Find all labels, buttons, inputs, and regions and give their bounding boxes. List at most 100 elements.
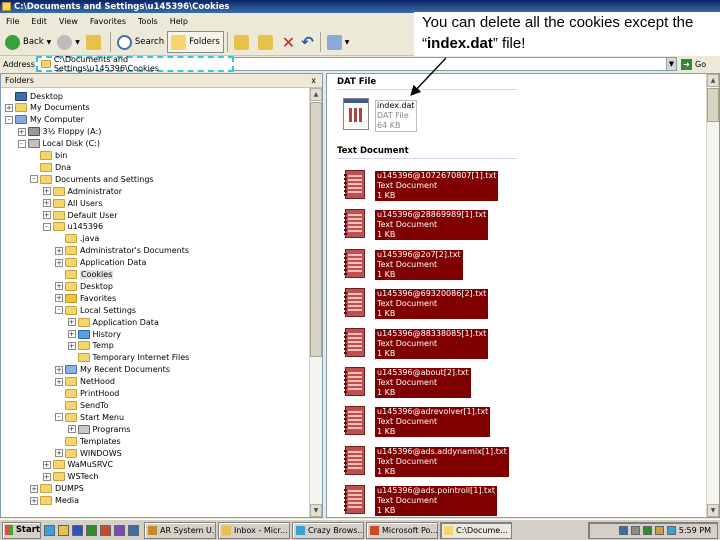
dat-file-icon[interactable]	[343, 98, 369, 130]
tree-node[interactable]: Dna	[30, 161, 71, 173]
text-document-icon[interactable]	[344, 170, 365, 199]
collapse-icon[interactable]: -	[55, 306, 63, 315]
expand-icon[interactable]: +	[55, 294, 63, 303]
start-button[interactable]: Start	[2, 521, 41, 539]
tree-node[interactable]: Templates	[55, 435, 121, 447]
quick-launch-icon[interactable]	[128, 524, 139, 536]
tree-node[interactable]: + DUMPS	[30, 483, 84, 495]
tree-node[interactable]: Desktop	[5, 90, 63, 102]
menu-view[interactable]: View	[53, 17, 84, 26]
tree-node[interactable]: + All Users	[42, 197, 102, 209]
address-input[interactable]: C:\Documents and Settings\u145396\Cookie…	[36, 55, 234, 73]
text-document-icon[interactable]	[344, 367, 365, 396]
tree-node[interactable]: bin	[30, 150, 67, 162]
text-document-icon[interactable]	[344, 327, 365, 357]
expand-icon[interactable]: +	[67, 318, 76, 327]
text-file-item[interactable]: u145396@88338085[1].txt Text Document 1 KB	[375, 328, 489, 359]
collapse-icon[interactable]: -	[5, 115, 13, 124]
word-icon[interactable]	[72, 524, 83, 536]
expand-icon[interactable]: +	[42, 199, 51, 208]
text-file-item[interactable]: u145396@2o7[2].txt Text Document 1 KB	[375, 249, 463, 280]
tree-node[interactable]: - Documents and Settings	[30, 173, 154, 185]
tray-icon[interactable]	[630, 526, 640, 535]
text-document-icon[interactable]	[344, 406, 365, 436]
address-input-extension[interactable]	[234, 57, 676, 71]
chevron-down-icon[interactable]: ▼	[345, 39, 350, 46]
tree-node[interactable]: + WSTech	[42, 471, 98, 483]
expand-icon[interactable]: +	[67, 425, 76, 434]
expand-icon[interactable]: +	[55, 282, 63, 291]
scroll-thumb[interactable]	[707, 88, 719, 122]
menu-help[interactable]: Help	[164, 17, 194, 26]
chevron-down-icon[interactable]: ▼	[47, 39, 52, 46]
expand-icon[interactable]: +	[17, 127, 26, 136]
text-document-icon[interactable]	[344, 248, 365, 278]
text-document-icon[interactable]	[344, 445, 365, 475]
text-file-item[interactable]: u145396@ads.addynamix[1].txt Text Documen…	[375, 446, 509, 477]
text-file-item[interactable]: u145396@1072670807[1].txt Text Document 1 …	[375, 171, 499, 201]
expand-icon[interactable]: +	[42, 472, 51, 481]
tree-node[interactable]: + Administrator	[42, 185, 122, 197]
quick-launch-icon[interactable]	[58, 524, 69, 536]
text-file-item[interactable]: u145396@adrevolver[1].txt Text Document 1 …	[375, 407, 491, 438]
move-to-button[interactable]	[231, 31, 255, 53]
expand-icon[interactable]: +	[5, 103, 13, 112]
scroll-down-button[interactable]: ▼	[707, 504, 719, 517]
collapse-icon[interactable]: -	[30, 175, 38, 184]
undo-button[interactable]: ↶	[298, 31, 317, 53]
taskbar-item-active[interactable]: C:\Docume...	[440, 521, 512, 539]
expand-icon[interactable]: +	[30, 496, 38, 505]
text-document-icon[interactable]	[344, 209, 365, 239]
tree-node[interactable]: + Desktop	[55, 280, 113, 292]
tree-node[interactable]: + Application Data	[55, 257, 146, 269]
views-button[interactable]: ▼	[324, 31, 353, 53]
tree-node[interactable]: + WaMuSRVC	[42, 459, 113, 471]
expand-icon[interactable]: +	[55, 377, 63, 386]
tray-icon[interactable]	[654, 526, 664, 535]
tree-node[interactable]: + WINDOWS	[55, 447, 122, 459]
tree-node[interactable]: + Favorites	[55, 292, 116, 304]
tree-node[interactable]: + NetHood	[55, 376, 115, 388]
tree-node[interactable]: - Local Settings	[55, 304, 136, 316]
quick-launch-icon[interactable]	[44, 524, 55, 536]
tray-icon[interactable]	[666, 526, 676, 535]
text-file-item[interactable]: u145396@69320086[2].txt Text Document 1 KB	[375, 289, 489, 320]
tree-node[interactable]: PrintHood	[55, 388, 119, 400]
go-button[interactable]: ➜ Go	[681, 57, 715, 71]
text-document-icon[interactable]	[344, 288, 365, 318]
folders-scrollbar[interactable]: ▲ ▼	[309, 88, 322, 517]
text-document-icon[interactable]	[344, 485, 365, 515]
powerpoint-icon[interactable]	[100, 524, 111, 536]
collapse-icon[interactable]: -	[17, 139, 26, 148]
file-list-scrollbar[interactable]: ▲ ▼	[706, 74, 719, 517]
expand-icon[interactable]: +	[67, 330, 76, 338]
network-icon[interactable]	[618, 526, 628, 535]
tree-node[interactable]: - Start Menu	[55, 411, 124, 423]
collapse-icon[interactable]: -	[55, 413, 63, 422]
expand-icon[interactable]: +	[55, 258, 63, 267]
collapse-icon[interactable]: -	[42, 222, 51, 231]
dat-file-item[interactable]: index.dat DAT File 64 KB	[375, 100, 417, 132]
expand-icon[interactable]: +	[42, 460, 51, 469]
tree-node[interactable]: .java	[55, 233, 99, 245]
tree-node[interactable]: Cookies	[55, 269, 114, 281]
tree-node[interactable]: + Temp	[67, 340, 114, 352]
tree-node[interactable]: +3½ Floppy (A:)	[17, 126, 101, 138]
tree-node[interactable]: + My Documents	[5, 102, 90, 114]
expand-icon[interactable]: +	[42, 187, 51, 196]
taskbar-item[interactable]: AR System U...	[144, 521, 216, 539]
tree-node[interactable]: Temporary Internet Files	[68, 352, 189, 364]
tree-node[interactable]: + My Recent Documents	[55, 364, 170, 376]
tree-node[interactable]: - My Computer	[5, 114, 84, 126]
scroll-up-button[interactable]: ▲	[707, 74, 719, 87]
tree-node[interactable]: + Media	[30, 495, 79, 507]
text-file-item[interactable]: u145396@ads.pointroll[1].txt Text Documen…	[375, 486, 498, 517]
scroll-up-button[interactable]: ▲	[310, 88, 322, 101]
tree-node[interactable]: - Local Disk (C:)	[17, 138, 100, 150]
taskbar-item[interactable]: Microsoft Po...	[366, 521, 438, 539]
clock[interactable]: 5:59 PM	[679, 526, 711, 535]
menu-edit[interactable]: Edit	[25, 17, 53, 26]
expand-icon[interactable]: +	[67, 341, 76, 350]
forward-button[interactable]: ▼	[54, 31, 83, 53]
taskbar-item[interactable]: Inbox - Micr...	[218, 521, 290, 539]
